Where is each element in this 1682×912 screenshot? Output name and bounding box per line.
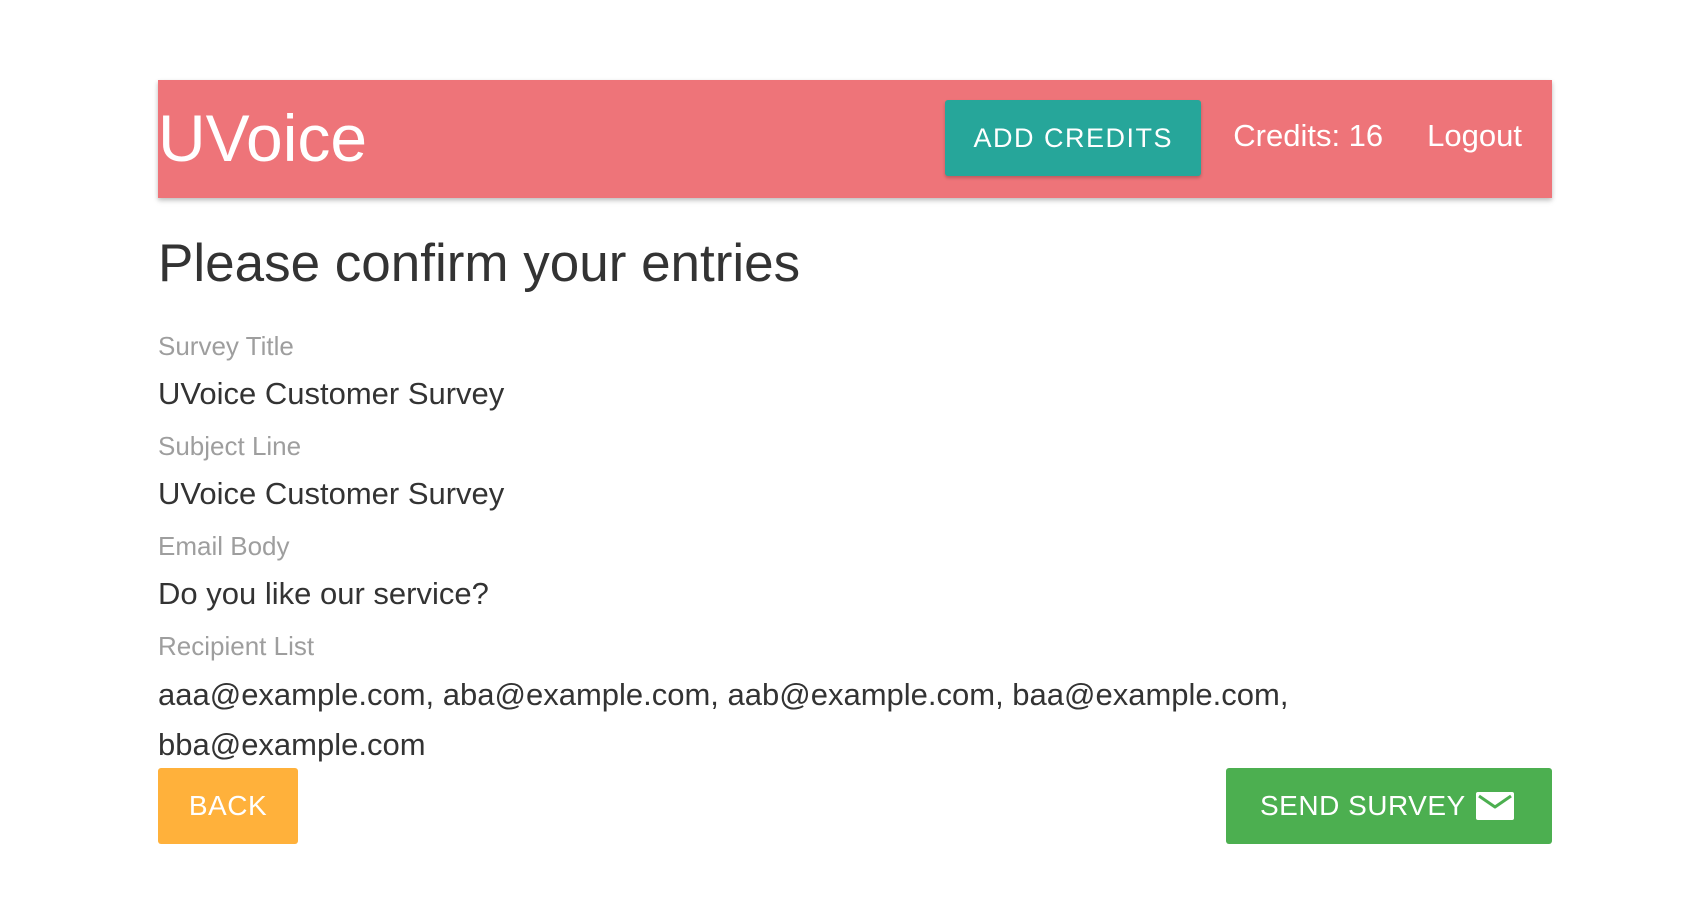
field-label: Subject Line (158, 431, 302, 461)
field-value: aaa@example.com, aba@example.com, aab@ex… (158, 677, 1289, 762)
field-label: Recipient List (158, 631, 315, 661)
field-value: UVoice Customer Survey (158, 376, 505, 411)
page-title: Please confirm your entries (158, 234, 801, 293)
review-fields: Survey Title UVoice Customer Survey Subj… (158, 328, 1552, 770)
navbar: UVoice ADD CREDITS Credits: 16 Logout (158, 80, 1552, 198)
app-container: UVoice ADD CREDITS Credits: 16 Logout Pl… (158, 80, 1552, 844)
brand-logo[interactable]: UVoice (158, 102, 367, 174)
nav-right: ADD CREDITS Credits: 16 Logout (945, 80, 1552, 198)
credits-count: Credits: 16 (1233, 118, 1384, 153)
field-subject-line: Subject Line UVoice Customer Survey (158, 428, 1552, 518)
field-label: Survey Title (158, 331, 294, 361)
field-survey-title: Survey Title UVoice Customer Survey (158, 328, 1552, 418)
field-value: Do you like our service? (158, 576, 489, 611)
send-survey-label: SEND SURVEY (1260, 790, 1466, 821)
logout-link[interactable]: Logout (1427, 118, 1522, 154)
field-recipient-list: Recipient List aaa@example.com, aba@exam… (158, 628, 1552, 770)
add-credits-button[interactable]: ADD CREDITS (945, 100, 1202, 176)
send-survey-button[interactable]: SEND SURVEY (1226, 768, 1552, 844)
field-email-body: Email Body Do you like our service? (158, 528, 1552, 618)
back-button[interactable]: BACK (158, 768, 298, 844)
field-value: UVoice Customer Survey (158, 476, 505, 511)
email-icon (1476, 792, 1514, 820)
field-label: Email Body (158, 531, 290, 561)
